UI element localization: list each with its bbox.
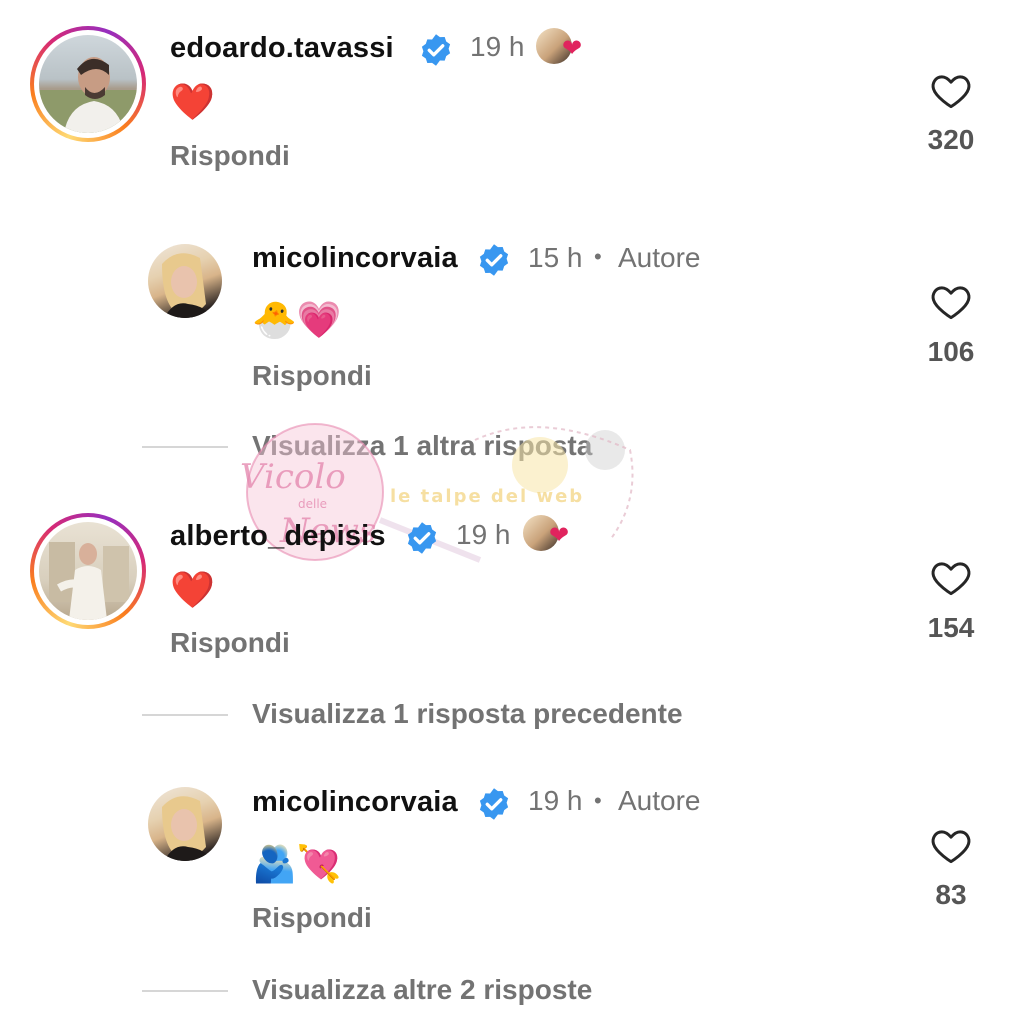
comment-time: 15 h [528, 242, 583, 273]
reply-button[interactable]: Rispondi [170, 627, 290, 659]
avatar-photo [162, 253, 212, 318]
view-more-label[interactable]: Visualizza 1 altra risposta [252, 430, 592, 462]
like-count: 154 [927, 612, 975, 643]
verified-badge-icon [421, 34, 451, 66]
author-heart-icon: ❤ [562, 35, 583, 62]
avatar-story-ring[interactable] [30, 513, 146, 629]
author-badge: Autore [618, 785, 701, 816]
liked-by-author: ❤ [523, 515, 579, 559]
verified-badge-icon [407, 522, 437, 554]
avatar-photo [49, 542, 129, 620]
divider-line [142, 714, 228, 716]
divider-line [142, 990, 228, 992]
avatar[interactable] [148, 244, 222, 318]
comment-time: 19 h [456, 519, 511, 550]
avatar-photo [39, 57, 137, 133]
reply-button[interactable]: Rispondi [252, 902, 372, 934]
reply-button[interactable]: Rispondi [170, 140, 290, 172]
verified-badge-icon [479, 244, 509, 276]
view-more-label[interactable]: Visualizza altre 2 risposte [252, 974, 592, 1006]
comment-username[interactable]: edoardo.tavassi [170, 32, 394, 65]
heart-outline-icon[interactable] [930, 70, 972, 110]
svg-text:delle: delle [298, 497, 327, 511]
like-count: 320 [927, 124, 975, 155]
comment-username[interactable]: micolincorvaia [252, 242, 458, 275]
comment-username[interactable]: micolincorvaia [252, 786, 458, 819]
avatar[interactable] [148, 787, 222, 861]
meta-separator: • [594, 244, 602, 269]
heart-outline-icon[interactable] [930, 825, 972, 865]
avatar [39, 35, 137, 133]
comment-username[interactable]: alberto_depisis [170, 520, 386, 553]
comment-text: 🫂💘 [252, 843, 342, 884]
comment-time: 19 h [470, 31, 525, 62]
avatar [39, 522, 137, 620]
svg-text:le talpe del web: le talpe del web [390, 486, 584, 507]
like-count: 106 [927, 336, 975, 367]
reply-button[interactable]: Rispondi [252, 360, 372, 392]
author-heart-icon: ❤ [549, 522, 570, 549]
avatar-story-ring[interactable] [30, 26, 146, 142]
view-more-label[interactable]: Visualizza 1 risposta precedente [252, 698, 683, 730]
comment-text: ❤️ [170, 81, 215, 122]
comment-text: ❤️ [170, 569, 215, 610]
divider-line [142, 446, 228, 448]
liked-by-author: ❤ [536, 28, 592, 72]
like-count: 83 [935, 879, 967, 910]
verified-badge-icon [479, 788, 509, 820]
author-badge: Autore [618, 242, 701, 273]
comment-text: 🐣💗 [252, 299, 342, 340]
meta-separator: • [594, 788, 602, 813]
heart-outline-icon[interactable] [930, 557, 972, 597]
comment-time: 19 h [528, 785, 583, 816]
heart-outline-icon[interactable] [930, 281, 972, 321]
avatar-photo [162, 796, 212, 861]
svg-text:Vicolo: Vicolo [240, 457, 346, 497]
